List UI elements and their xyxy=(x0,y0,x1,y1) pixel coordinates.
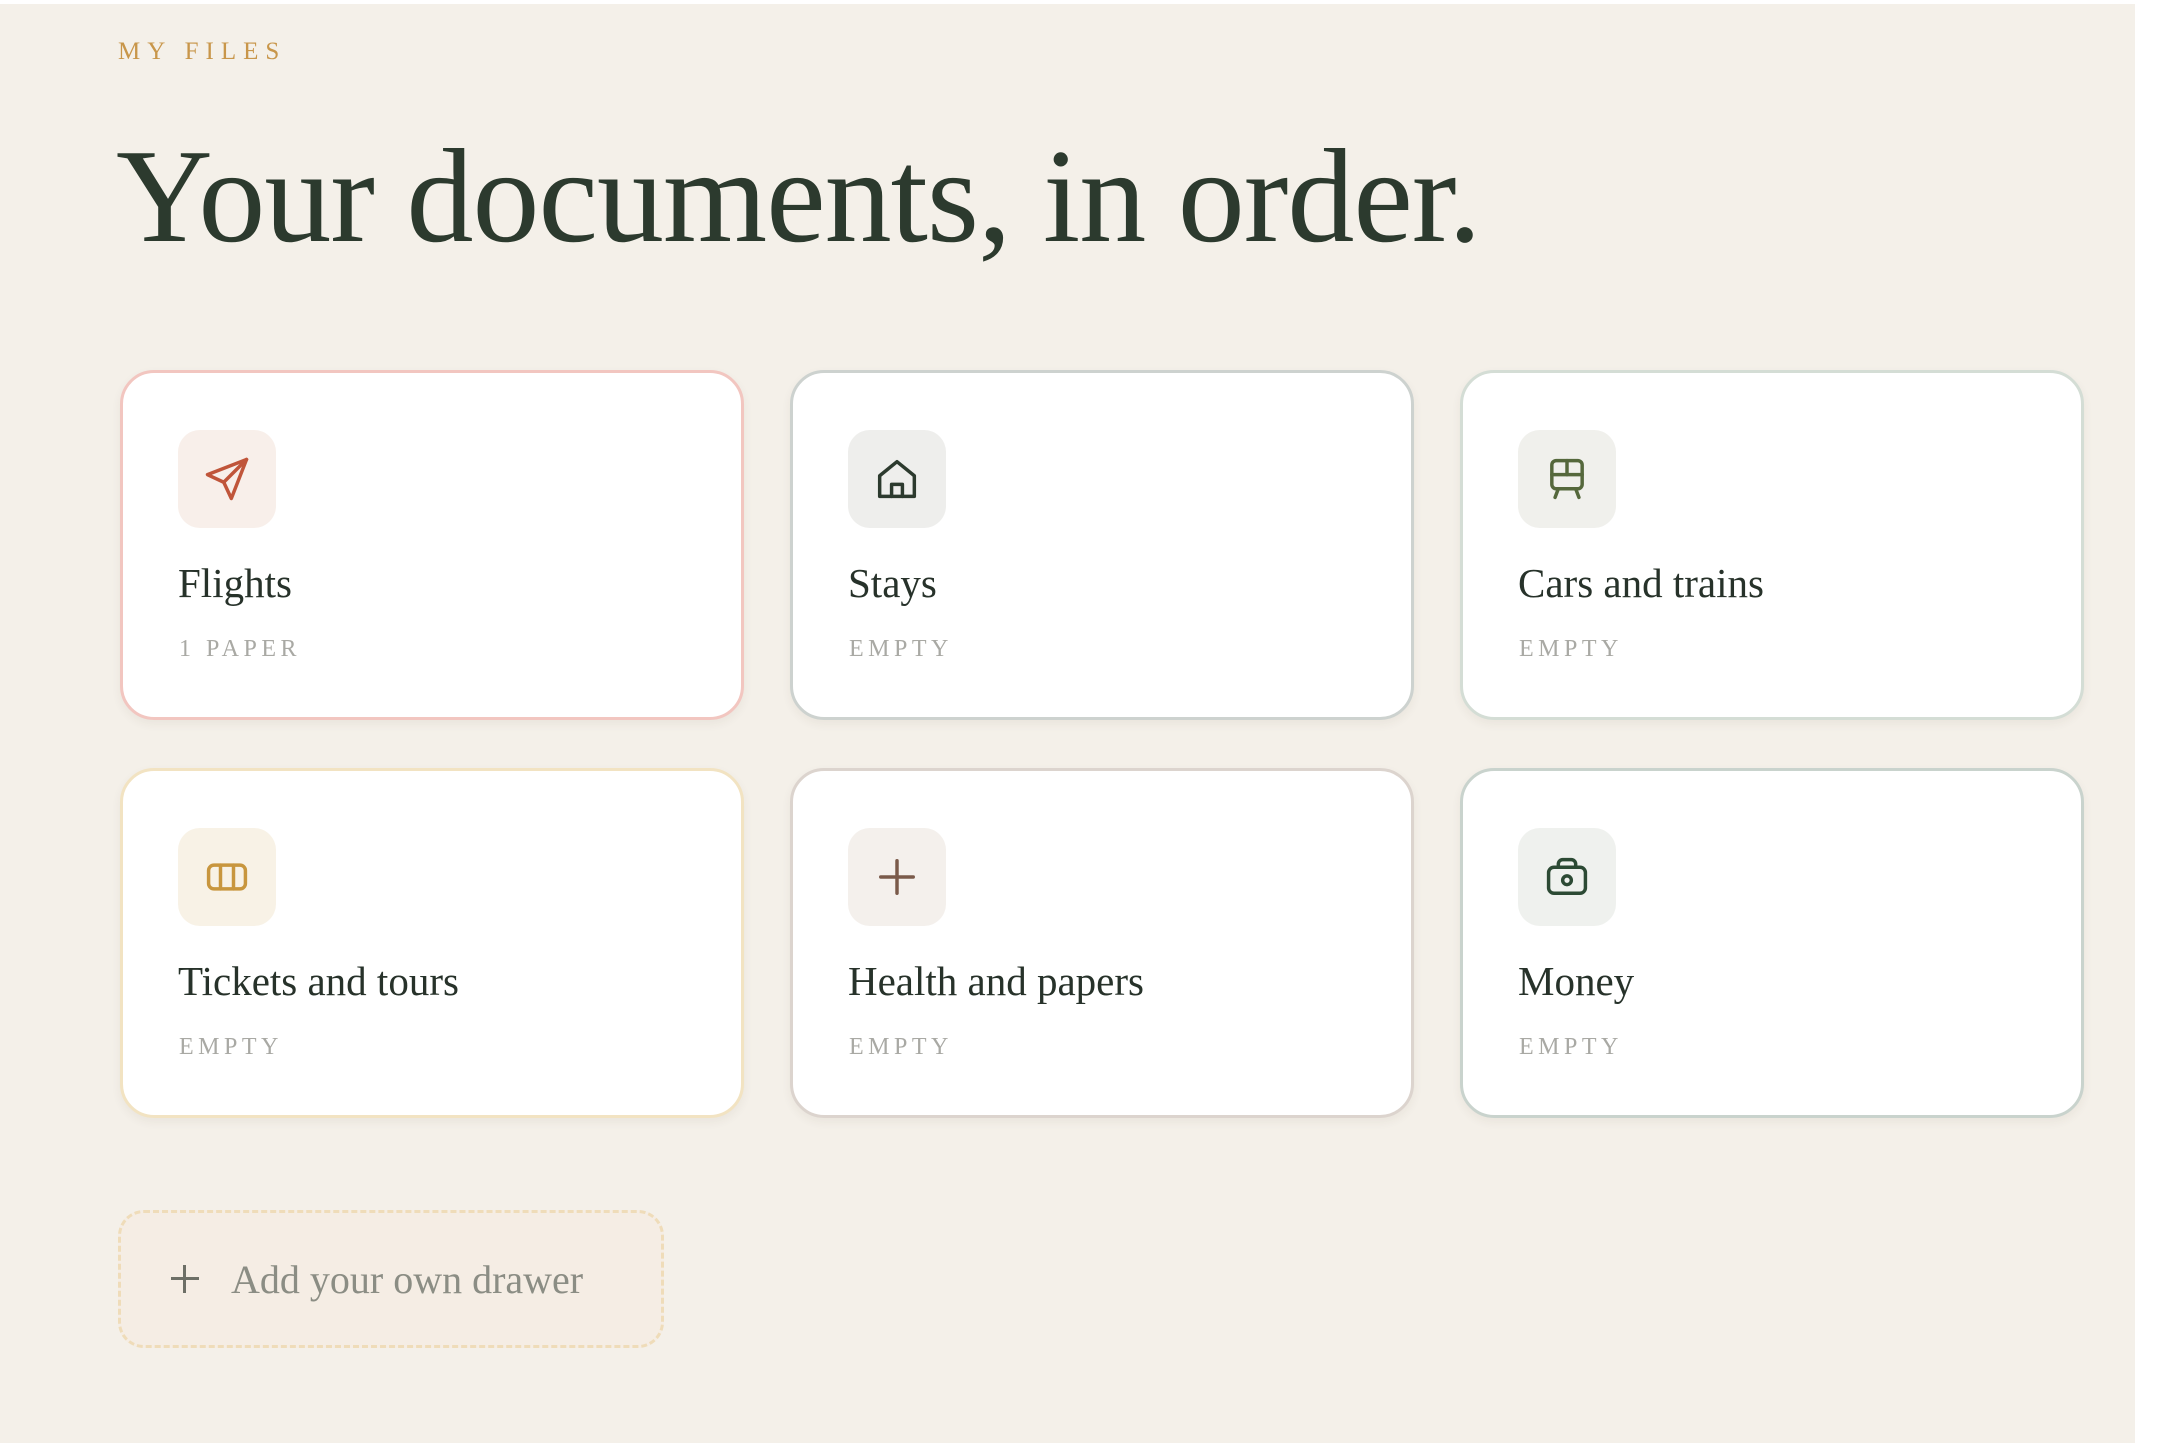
drawer-card-health-and-papers[interactable]: Health and papers EMPTY xyxy=(790,768,1414,1118)
drawer-count: EMPTY xyxy=(1519,1034,1623,1060)
drawer-count: EMPTY xyxy=(179,1034,283,1060)
train-icon xyxy=(1518,430,1616,528)
wallet-icon xyxy=(1518,828,1616,926)
drawer-name: Cars and trains xyxy=(1518,560,1764,606)
drawer-card-tickets-and-tours[interactable]: Tickets and tours EMPTY xyxy=(120,768,744,1118)
drawer-count: 1 PAPER xyxy=(179,636,301,662)
page-title: Your documents, in order. xyxy=(116,122,1482,270)
drawer-name: Health and papers xyxy=(848,958,1144,1004)
add-drawer-label: Add your own drawer xyxy=(231,1256,584,1302)
drawer-name: Tickets and tours xyxy=(178,958,459,1004)
drawer-grid: Flights 1 PAPER Stays EMPTY Cars and tra… xyxy=(120,370,2084,1118)
drawer-card-flights[interactable]: Flights 1 PAPER xyxy=(120,370,744,720)
plus-icon xyxy=(171,1265,199,1293)
ticket-icon xyxy=(178,828,276,926)
paper-plane-icon xyxy=(178,430,276,528)
drawer-card-money[interactable]: Money EMPTY xyxy=(1460,768,2084,1118)
plus-icon xyxy=(848,828,946,926)
drawer-name: Money xyxy=(1518,958,1635,1004)
files-page: MY FILES Your documents, in order. Fligh… xyxy=(0,4,2135,1443)
drawer-card-stays[interactable]: Stays EMPTY xyxy=(790,370,1414,720)
house-icon xyxy=(848,430,946,528)
drawer-count: EMPTY xyxy=(1519,636,1623,662)
drawer-name: Flights xyxy=(178,560,292,606)
add-drawer-button[interactable]: Add your own drawer xyxy=(118,1210,664,1348)
section-eyebrow: MY FILES xyxy=(118,38,287,65)
drawer-card-cars-and-trains[interactable]: Cars and trains EMPTY xyxy=(1460,370,2084,720)
drawer-count: EMPTY xyxy=(849,1034,953,1060)
drawer-count: EMPTY xyxy=(849,636,953,662)
drawer-name: Stays xyxy=(848,560,937,606)
